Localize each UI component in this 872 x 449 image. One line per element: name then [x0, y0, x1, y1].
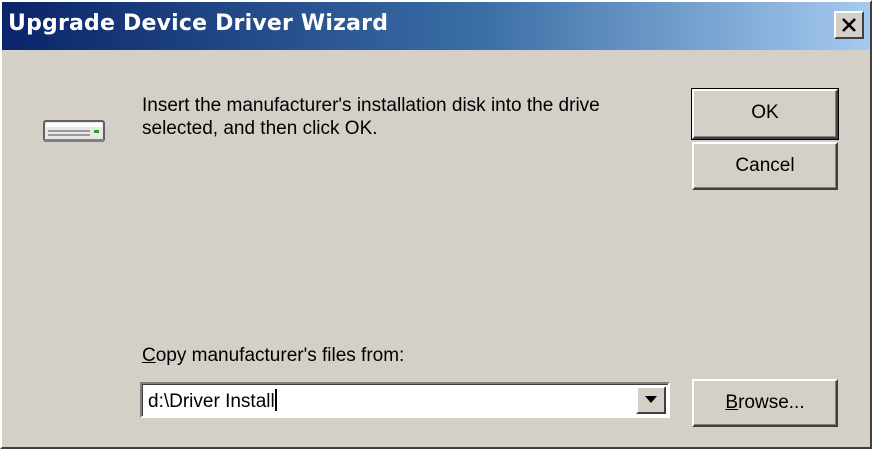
browse-button[interactable]: Browse... [692, 379, 838, 427]
copy-from-label: Copy manufacturer's files from: [142, 345, 404, 367]
copy-from-label-text: opy manufacturer's files from: [155, 345, 405, 366]
cancel-button[interactable]: Cancel [692, 142, 838, 190]
ok-button[interactable]: OK [691, 88, 839, 140]
title-bar[interactable]: Upgrade Device Driver Wizard [2, 2, 870, 50]
copy-from-input[interactable]: d:\Driver Install [148, 389, 277, 413]
instruction-text: Insert the manufacturer's installation d… [142, 95, 600, 139]
close-icon [842, 18, 856, 32]
window-title: Upgrade Device Driver Wizard [8, 11, 389, 36]
browse-label: rowse... [738, 392, 805, 413]
disk-drive-icon [43, 120, 105, 142]
dropdown-button[interactable] [636, 386, 666, 414]
close-button[interactable] [834, 11, 864, 39]
copy-from-combobox[interactable]: d:\Driver Install [140, 382, 670, 418]
copy-from-label-accel: C [142, 345, 156, 366]
wizard-dialog: Upgrade Device Driver Wizard Insert the … [0, 0, 872, 449]
chevron-down-icon [645, 396, 657, 403]
text-caret [274, 389, 277, 411]
copy-from-value: d:\Driver Install [148, 391, 275, 412]
browse-accel: B [725, 392, 739, 413]
